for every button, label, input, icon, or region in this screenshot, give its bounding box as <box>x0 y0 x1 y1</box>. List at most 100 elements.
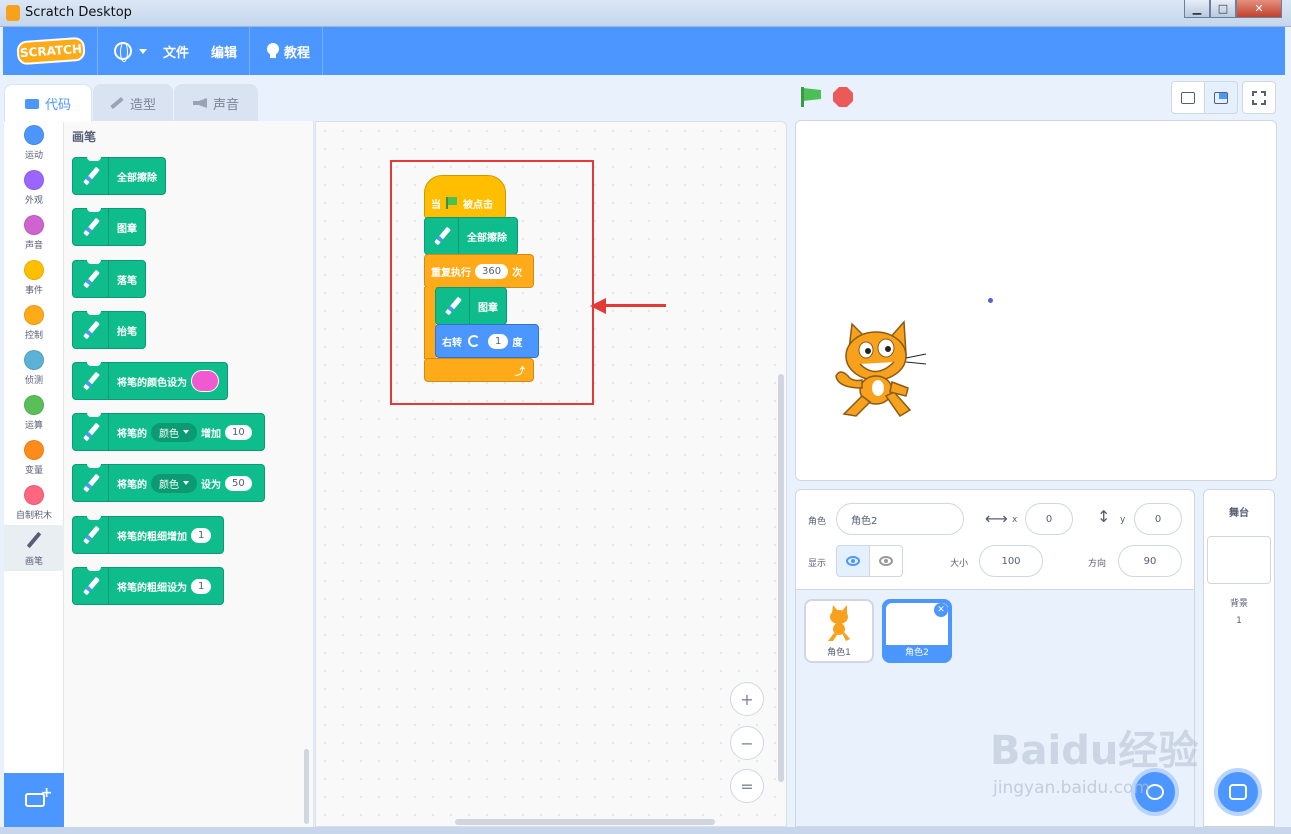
category-dot <box>24 305 44 325</box>
fullscreen-button[interactable] <box>1242 81 1276 114</box>
small-stage-icon <box>1181 91 1195 104</box>
sprite-thumbnail-image <box>808 603 870 645</box>
pen-param-dropdown[interactable]: 颜色 <box>151 473 197 493</box>
sprite-thumbnail-name: 角色2 <box>905 648 929 658</box>
block-pen-up[interactable]: 抬笔 <box>72 311 146 349</box>
value-input[interactable]: 1 <box>191 578 212 594</box>
x-label: x <box>1012 515 1018 525</box>
tab-costumes-label: 造型 <box>129 97 156 113</box>
category-motion[interactable]: 运动 <box>4 125 64 169</box>
category-label: 控制 <box>24 331 43 341</box>
x-position-input[interactable]: 0 <box>1025 503 1073 535</box>
backdrop-thumbnail[interactable] <box>1207 536 1271 584</box>
small-stage-button[interactable] <box>1171 81 1205 114</box>
pen-icon <box>80 524 102 546</box>
block-label: 将笔的 <box>117 479 147 491</box>
baidu-watermark: Baidu经验 <box>990 728 1199 774</box>
zoom-out-button[interactable]: − <box>730 726 764 760</box>
menu-divider <box>97 27 98 75</box>
sprite-thumbnail[interactable]: ✕ 角色2 <box>882 599 952 663</box>
value-input[interactable]: 1 <box>191 527 212 543</box>
sprite-name-input[interactable]: 角色2 <box>836 503 964 535</box>
category-operators[interactable]: 运算 <box>4 395 64 439</box>
pen-extension-mark <box>73 464 109 502</box>
image-add-icon <box>1229 784 1247 800</box>
block-set-pen-size[interactable]: 将笔的粗细设为 1 <box>72 567 225 605</box>
block-pen-stamp[interactable]: 图章 <box>72 208 146 246</box>
large-stage-button[interactable] <box>1204 81 1238 114</box>
pen-icon <box>80 472 102 494</box>
workspace-vertical-scrollbar[interactable] <box>778 374 784 782</box>
sprite-thumbnail[interactable]: 角色1 <box>804 599 874 663</box>
category-variables[interactable]: 变量 <box>4 440 64 484</box>
large-stage-icon <box>1214 91 1228 104</box>
pen-param-dropdown[interactable]: 颜色 <box>151 422 197 442</box>
tab-costumes[interactable]: 造型 <box>93 84 173 121</box>
close-button[interactable]: ✕ <box>1236 0 1282 18</box>
pen-extension-mark <box>73 260 109 298</box>
sprite-name-label: 角色 <box>808 517 827 527</box>
add-backdrop-button[interactable] <box>1214 768 1262 816</box>
size-input[interactable]: 100 <box>979 545 1043 577</box>
window-title: Scratch Desktop <box>25 5 132 20</box>
category-label: 外观 <box>24 196 43 206</box>
block-set-pen-param[interactable]: 将笔的 颜色 设为 50 <box>72 464 265 502</box>
block-change-pen-size[interactable]: 将笔的粗细增加 1 <box>72 516 225 554</box>
scratch-logo[interactable]: SCRATCH <box>16 36 86 66</box>
category-control[interactable]: 控制 <box>4 305 64 349</box>
minimize-button[interactable]: ▁ <box>1184 0 1210 18</box>
category-events[interactable]: 事件 <box>4 260 64 304</box>
workspace-horizontal-scrollbar[interactable] <box>455 819 715 825</box>
cat-sprite[interactable] <box>830 318 930 422</box>
eye-off-icon <box>879 556 893 566</box>
value-input[interactable]: 50 <box>225 475 252 491</box>
category-looks[interactable]: 外观 <box>4 170 64 214</box>
tutorials-label: 教程 <box>284 45 311 61</box>
category-sound[interactable]: 声音 <box>4 215 64 259</box>
fullscreen-icon <box>1252 90 1266 105</box>
green-flag-button[interactable] <box>800 86 824 108</box>
maximize-button[interactable]: □ <box>1210 0 1236 18</box>
tab-code[interactable]: 代码 <box>4 84 92 122</box>
category-pen[interactable]: 画笔 <box>4 525 64 571</box>
block-label: 设为 <box>201 479 221 491</box>
edit-menu[interactable]: 编辑 <box>211 42 237 61</box>
file-menu[interactable]: 文件 <box>163 42 189 61</box>
tutorials-menu[interactable]: 教程 <box>266 42 310 61</box>
category-sensing[interactable]: 侦测 <box>4 350 64 394</box>
zoom-reset-button[interactable]: = <box>730 769 764 803</box>
palette-section-title: 画笔 <box>72 130 97 144</box>
delete-sprite-icon[interactable]: ✕ <box>934 603 948 617</box>
category-label: 声音 <box>24 241 43 251</box>
stage-canvas[interactable] <box>795 120 1277 481</box>
direction-input[interactable]: 90 <box>1118 545 1182 577</box>
size-label: 大小 <box>950 559 969 569</box>
hide-sprite-button[interactable] <box>869 545 903 577</box>
backdrop-label: 背景 <box>1229 599 1248 609</box>
menu-bar: SCRATCH 文件 编辑 教程 <box>3 27 1285 75</box>
block-label: 图章 <box>117 223 137 235</box>
tab-sounds[interactable]: 声音 <box>174 84 258 121</box>
palette-scrollbar[interactable] <box>304 749 309 824</box>
language-menu[interactable] <box>114 42 147 62</box>
stop-button[interactable] <box>833 87 853 107</box>
backdrop-count: 1 <box>1236 616 1242 626</box>
block-label: 抬笔 <box>117 326 137 338</box>
pen-extension-mark <box>73 516 109 554</box>
block-pen-down[interactable]: 落笔 <box>72 260 146 298</box>
add-extension-button[interactable] <box>4 773 65 827</box>
zoom-in-button[interactable]: + <box>730 682 764 716</box>
category-my-blocks[interactable]: 自制积木 <box>4 485 64 529</box>
menu-divider <box>249 27 251 75</box>
value-input[interactable]: 10 <box>225 424 252 440</box>
baidu-watermark-url: jingyan.baidu.com <box>993 778 1150 798</box>
y-position-input[interactable]: 0 <box>1134 503 1182 535</box>
y-arrows-icon: ↕ <box>1097 507 1111 526</box>
tab-sounds-label: 声音 <box>212 97 239 113</box>
block-pen-clear[interactable]: 全部擦除 <box>72 157 166 195</box>
block-change-pen-param[interactable]: 将笔的 颜色 增加 10 <box>72 413 265 451</box>
block-set-pen-color[interactable]: 将笔的颜色设为 <box>72 362 228 400</box>
pen-color-swatch[interactable] <box>191 370 219 392</box>
category-label: 运算 <box>24 421 43 431</box>
show-sprite-button[interactable] <box>836 545 870 577</box>
